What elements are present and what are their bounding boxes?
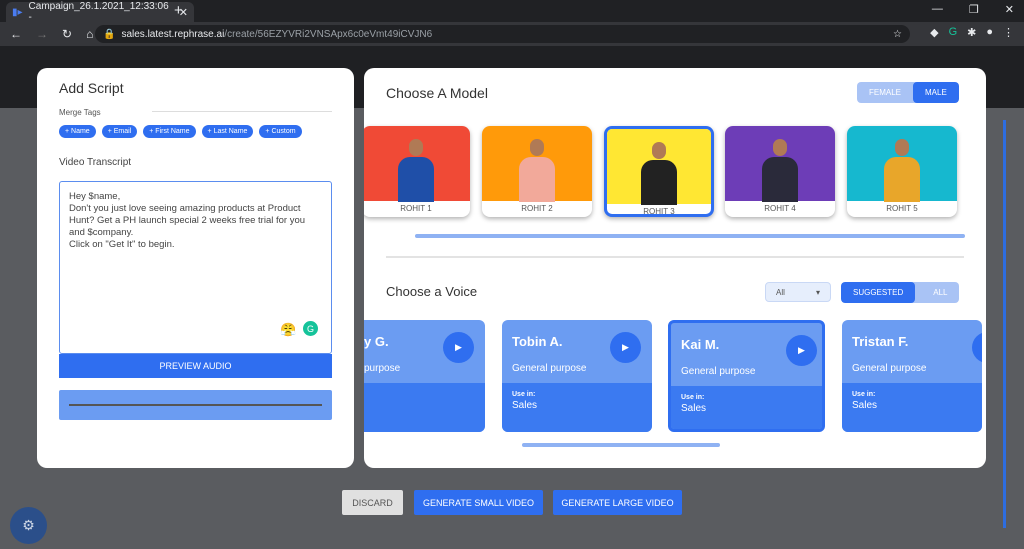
voice-filter-dropdown[interactable]: All ▾ xyxy=(765,282,831,302)
play-icon[interactable]: ▶ xyxy=(972,332,982,363)
tag-last-name[interactable]: + Last Name xyxy=(201,125,254,138)
model-image xyxy=(725,126,835,202)
voice-description: General purpose xyxy=(512,363,587,374)
voice-use-case: Sales xyxy=(681,403,707,414)
voice-scrollbar[interactable] xyxy=(522,443,720,447)
address-bar-row: ← → ↻ ⌂ 🔒 sales.latest.rephrase.ai/create/56… xyxy=(0,22,1024,46)
star-icon[interactable]: ☆ xyxy=(893,29,902,40)
model-name: ROHIT 4 xyxy=(764,204,796,213)
model-image xyxy=(607,129,711,205)
chevron-down-icon: ▾ xyxy=(815,287,820,297)
transcript-label: Video Transcript xyxy=(59,157,132,168)
generate-large-video-button[interactable]: GENERATE LARGE VIDEO xyxy=(553,490,682,515)
model-image xyxy=(482,126,592,202)
model-name: ROHIT 3 xyxy=(643,207,675,216)
discard-button[interactable]: DISCARD xyxy=(342,490,403,515)
profile-avatar[interactable]: ● xyxy=(986,26,993,39)
use-in-label: Use in: xyxy=(852,391,876,398)
voice-card[interactable]: Tobin A. General purpose ▶ Use in: Sales xyxy=(502,320,652,432)
gender-toggle: FEMALE MALE xyxy=(857,82,959,103)
model-card[interactable]: ROHIT 4 xyxy=(725,126,835,217)
merge-tags-label: Merge Tags xyxy=(59,108,101,117)
use-in-label: Use in: xyxy=(512,391,536,398)
lock-icon: 🔒 xyxy=(103,28,116,40)
divider xyxy=(152,111,332,112)
model-scrollbar[interactable] xyxy=(415,234,965,238)
female-option[interactable]: FEMALE xyxy=(857,82,913,103)
emoji-icon[interactable]: 😤 xyxy=(280,322,296,338)
all-option[interactable]: ALL xyxy=(915,282,959,303)
new-tab-button[interactable]: + xyxy=(174,2,183,19)
voice-name: Tristan F. xyxy=(852,334,909,349)
tag-name[interactable]: + Name xyxy=(59,125,96,138)
model-image xyxy=(364,126,470,202)
back-icon[interactable]: ← xyxy=(10,27,22,41)
suggested-option[interactable]: SUGGESTED xyxy=(841,282,916,303)
divider xyxy=(386,256,964,258)
home-icon[interactable]: ⌂ xyxy=(86,27,93,41)
model-name: ROHIT 1 xyxy=(400,204,432,213)
page-scrollbar[interactable] xyxy=(1003,120,1006,528)
male-option[interactable]: MALE xyxy=(913,82,959,103)
choose-voice-title: Choose a Voice xyxy=(386,284,478,299)
tag-custom[interactable]: + Custom xyxy=(259,125,302,138)
forward-icon[interactable]: → xyxy=(36,27,48,41)
voice-description: purpose xyxy=(364,363,401,374)
model-card[interactable]: ROHIT 2 xyxy=(482,126,592,217)
close-window-icon[interactable]: ✕ xyxy=(1005,3,1014,16)
panel-title: Add Script xyxy=(59,80,124,96)
use-in-label: Use in: xyxy=(681,394,705,401)
play-icon[interactable]: ▶ xyxy=(610,332,641,363)
voice-toggle: SUGGESTED ALL xyxy=(841,282,959,303)
voice-description: General purpose xyxy=(852,363,927,374)
play-icon[interactable]: ▶ xyxy=(443,332,474,363)
model-name: ROHIT 2 xyxy=(521,204,553,213)
model-name: ROHIT 5 xyxy=(886,204,918,213)
voice-use-case: Sales xyxy=(852,400,878,411)
generate-small-video-button[interactable]: GENERATE SMALL VIDEO xyxy=(414,490,543,515)
model-card[interactable]: ROHIT 3 xyxy=(604,126,714,217)
model-voice-panel: Choose A Model FEMALE MALE ROHIT 1 ROHIT … xyxy=(364,68,986,468)
url-input[interactable]: 🔒 sales.latest.rephrase.ai/create/56EZYVR… xyxy=(95,25,910,43)
add-script-panel: Add Script Merge Tags + Name + Email + F… xyxy=(37,68,354,468)
audio-progress-track[interactable] xyxy=(69,404,322,406)
favicon-icon: ▮▸ xyxy=(12,6,23,18)
tag-email[interactable]: + Email xyxy=(101,125,138,138)
model-image xyxy=(847,126,957,202)
play-icon[interactable]: ▶ xyxy=(786,335,817,366)
browser-tab-bar: ▮▸ Campaign_26.1.2021_12:33:06 - ✕ + — ❐ ✕ xyxy=(0,0,1024,23)
tag-first-name[interactable]: + First Name xyxy=(143,125,196,138)
extension-icon[interactable]: ◆ xyxy=(930,26,938,39)
grammarly-icon[interactable]: G xyxy=(949,26,958,39)
model-card[interactable]: ROHIT 1 xyxy=(364,126,470,217)
reload-icon[interactable]: ↻ xyxy=(62,27,72,41)
puzzle-icon[interactable]: ✱ xyxy=(967,26,976,39)
voice-use-case: Sales xyxy=(512,400,538,411)
voice-card[interactable]: Tristan F. General purpose ▶ Use in: Sales xyxy=(842,320,982,432)
minimize-icon[interactable]: — xyxy=(932,3,943,16)
voice-card[interactable]: Kai M. General purpose ▶ Use in: Sales xyxy=(668,320,825,432)
choose-model-title: Choose A Model xyxy=(386,85,488,101)
bug-report-icon[interactable]: ⚙ xyxy=(10,507,47,544)
audio-player[interactable] xyxy=(59,390,332,420)
preview-audio-button[interactable]: PREVIEW AUDIO xyxy=(59,354,332,378)
grammarly-icon[interactable]: G xyxy=(303,321,318,336)
menu-icon[interactable]: ⋮ xyxy=(1003,26,1014,39)
voice-description: General purpose xyxy=(681,366,756,377)
model-card[interactable]: ROHIT 5 xyxy=(847,126,957,217)
voice-card[interactable]: y G. purpose ▶ xyxy=(364,320,485,432)
browser-tab[interactable]: ▮▸ Campaign_26.1.2021_12:33:06 - ✕ xyxy=(6,1,194,23)
maximize-icon[interactable]: ❐ xyxy=(969,3,979,16)
